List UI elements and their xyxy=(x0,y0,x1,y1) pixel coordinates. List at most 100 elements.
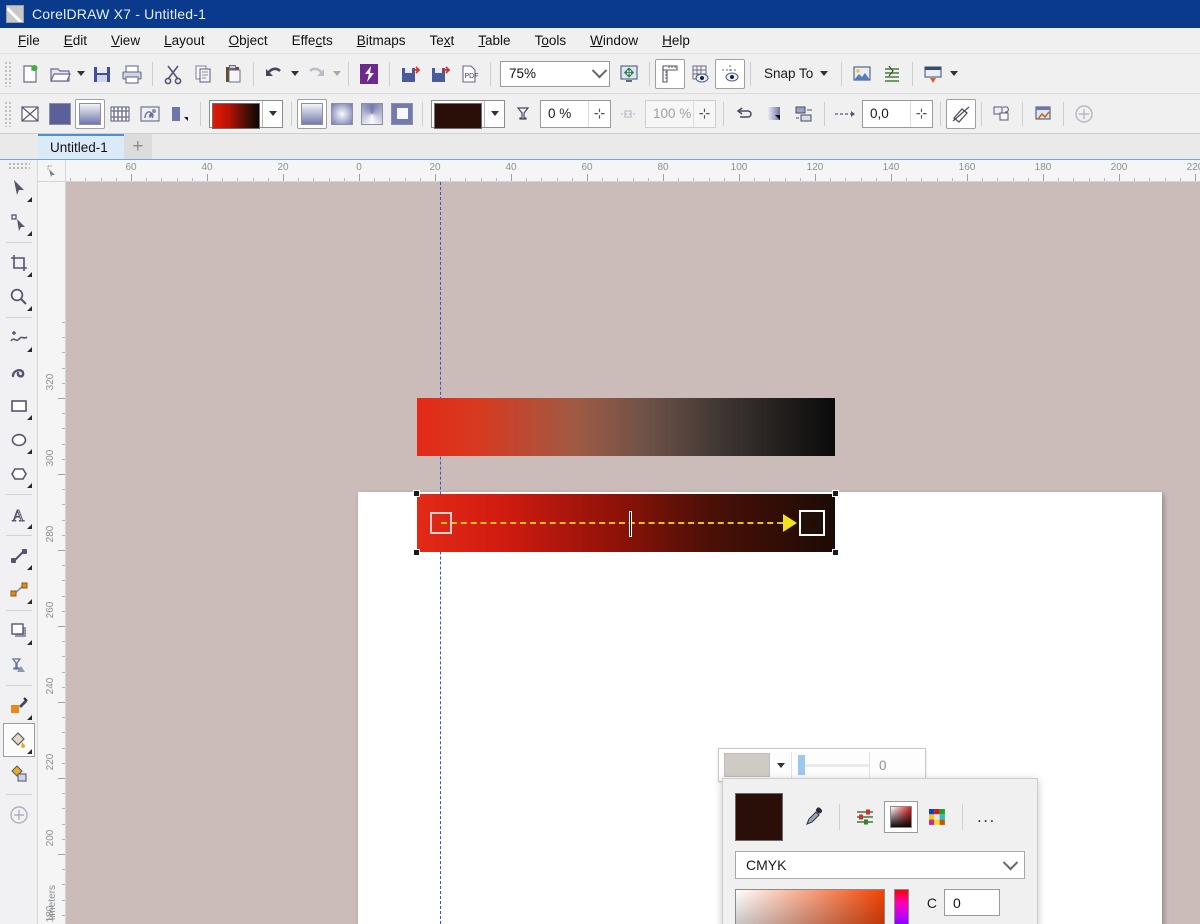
paste-button[interactable] xyxy=(218,59,248,89)
polygon-tool[interactable] xyxy=(3,457,35,491)
selection-handle-top-left[interactable] xyxy=(413,490,420,497)
free-scale-skew-button[interactable] xyxy=(759,99,789,129)
add-document-tab-button[interactable]: + xyxy=(124,134,152,159)
selection-handle-bottom-left[interactable] xyxy=(413,549,420,556)
color-picker-more-button[interactable]: ... xyxy=(971,807,1002,827)
selection-handle-bottom-right[interactable] xyxy=(832,549,839,556)
crop-tool[interactable] xyxy=(3,246,35,280)
add-command-button[interactable] xyxy=(1069,99,1099,129)
import-button[interactable] xyxy=(395,59,425,89)
gradient-mid-node[interactable] xyxy=(629,511,632,537)
corel-connect-button[interactable] xyxy=(354,59,384,89)
copy-fill-properties-button[interactable] xyxy=(946,99,976,129)
fountain-fill-button[interactable] xyxy=(75,99,105,129)
menu-text[interactable]: Text xyxy=(418,30,467,51)
smooth-transition-spin[interactable]: 0,0 ⊹ xyxy=(862,100,933,128)
gradient-rectangle-top[interactable] xyxy=(417,398,835,456)
snap-to-dropdown[interactable]: Snap To xyxy=(756,66,836,81)
vector-pattern-fill-button[interactable] xyxy=(105,99,135,129)
fill-picker-dropdown[interactable] xyxy=(262,101,282,127)
save-document-button[interactable] xyxy=(87,59,117,89)
show-guides-button[interactable] xyxy=(715,59,745,89)
freehand-tool[interactable] xyxy=(3,321,35,355)
object-styles-button[interactable] xyxy=(877,59,907,89)
color-picker-popup[interactable]: ... CMYK C xyxy=(722,778,1038,924)
edit-fill-dialog-button[interactable] xyxy=(1028,99,1058,129)
gradient-arrow-line[interactable] xyxy=(441,522,793,524)
straight-line-connector-tool[interactable] xyxy=(3,573,35,607)
node-color-dropdown[interactable] xyxy=(484,101,504,127)
menu-effects[interactable]: Effects xyxy=(280,30,345,51)
open-document-dropdown[interactable] xyxy=(75,60,87,88)
transparency-tool[interactable] xyxy=(3,648,35,682)
transparency-mini-swatch[interactable] xyxy=(724,753,770,777)
color-model-select[interactable]: CMYK xyxy=(735,851,1025,879)
transparency-mini-slider[interactable] xyxy=(792,753,869,777)
print-button[interactable] xyxy=(117,59,147,89)
channel-input-c[interactable] xyxy=(944,889,1000,916)
menu-edit[interactable]: Edit xyxy=(52,30,99,51)
show-grid-button[interactable] xyxy=(685,59,715,89)
acceleration-stepper[interactable]: ⊹ xyxy=(693,101,715,127)
two-color-pattern-fill-button[interactable] xyxy=(165,99,195,129)
color-viewers-button[interactable] xyxy=(884,801,918,833)
zoom-level-combo[interactable]: 75% xyxy=(500,61,610,87)
uniform-fill-button[interactable] xyxy=(45,99,75,129)
gradient-end-node[interactable] xyxy=(799,510,825,536)
node-transparency-spin[interactable]: 0 % ⊹ xyxy=(540,100,611,128)
new-document-button[interactable] xyxy=(15,59,45,89)
menu-window[interactable]: Window xyxy=(578,30,650,51)
menu-tools[interactable]: Tools xyxy=(523,30,579,51)
ellipse-tool[interactable] xyxy=(3,423,35,457)
text-tool[interactable]: A xyxy=(3,498,35,532)
application-launcher-dropdown[interactable] xyxy=(948,60,960,88)
application-launcher-button[interactable] xyxy=(918,59,948,89)
node-transparency-stepper[interactable]: ⊹ xyxy=(588,101,610,127)
redo-dropdown[interactable] xyxy=(331,60,343,88)
hue-strip[interactable] xyxy=(894,889,909,924)
menu-help[interactable]: Help xyxy=(650,30,702,51)
color-sliders-button[interactable] xyxy=(848,801,882,833)
add-tool-button[interactable] xyxy=(3,798,35,832)
gradient-start-node[interactable] xyxy=(430,512,452,534)
pick-tool[interactable] xyxy=(3,171,35,205)
shape-tool[interactable] xyxy=(3,205,35,239)
menu-object[interactable]: Object xyxy=(217,30,280,51)
zoom-tool[interactable] xyxy=(3,280,35,314)
conical-fountain-fill-button[interactable] xyxy=(357,99,387,129)
linear-fountain-fill-button[interactable] xyxy=(297,99,327,129)
publish-pdf-button[interactable]: PDF xyxy=(455,59,485,89)
color-eyedropper-tool[interactable] xyxy=(3,689,35,723)
color-palettes-button[interactable] xyxy=(920,801,954,833)
open-document-button[interactable] xyxy=(45,59,75,89)
transparency-slider-thumb[interactable] xyxy=(798,755,805,775)
undo-dropdown[interactable] xyxy=(289,60,301,88)
vertical-guideline[interactable] xyxy=(440,182,441,924)
interactive-fill-tool[interactable] xyxy=(3,723,35,757)
zoom-to-fit-button[interactable] xyxy=(614,59,644,89)
ruler-origin-button[interactable] xyxy=(38,160,66,182)
color-preview-swatch[interactable] xyxy=(735,793,783,841)
transparency-mini-value[interactable]: 0 xyxy=(869,752,925,778)
drop-shadow-tool[interactable] xyxy=(3,614,35,648)
transparency-slider-track[interactable] xyxy=(805,764,869,767)
bitmap-pattern-fill-button[interactable] xyxy=(135,99,165,129)
artistic-media-tool[interactable] xyxy=(3,355,35,389)
toolbox-grip[interactable] xyxy=(8,162,30,169)
eyedropper-button[interactable] xyxy=(797,801,831,833)
parallel-dimension-tool[interactable] xyxy=(3,539,35,573)
menu-table[interactable]: Table xyxy=(466,30,522,51)
acceleration-spin[interactable]: 100 % ⊹ xyxy=(645,100,716,128)
toolbar-grip[interactable] xyxy=(4,61,12,87)
document-tab-untitled-1[interactable]: Untitled-1 xyxy=(38,134,124,159)
menu-file[interactable]: File xyxy=(6,30,52,51)
horizontal-ruler[interactable]: 604020020406080100120140160180200220 xyxy=(66,160,1200,182)
redo-button[interactable] xyxy=(301,59,331,89)
menu-layout[interactable]: Layout xyxy=(152,30,217,51)
cut-button[interactable] xyxy=(158,59,188,89)
show-rulers-button[interactable] xyxy=(655,59,685,89)
copy-button[interactable] xyxy=(188,59,218,89)
property-bar-grip[interactable] xyxy=(4,101,12,127)
undo-button[interactable] xyxy=(259,59,289,89)
fill-picker[interactable] xyxy=(209,100,283,128)
